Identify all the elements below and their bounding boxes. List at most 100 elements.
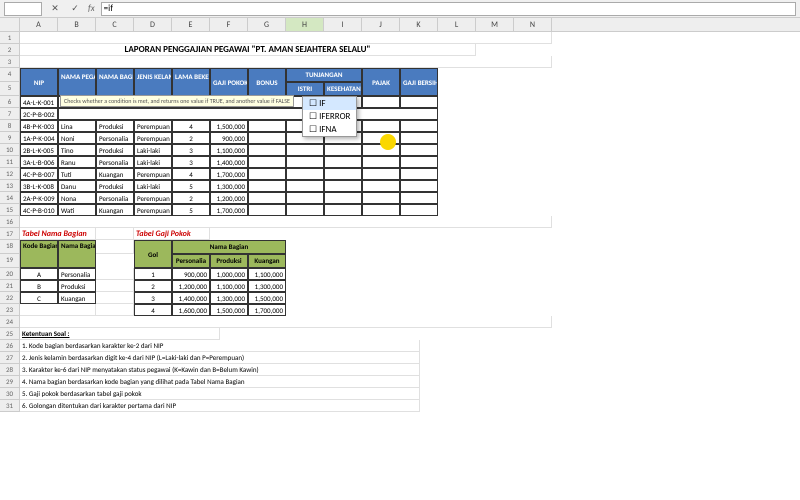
bag-nama[interactable]: Personalia <box>58 268 96 280</box>
cell-nama[interactable]: Wati <box>58 204 96 216</box>
col-header[interactable]: N <box>514 18 552 31</box>
cell-bonus[interactable] <box>248 192 286 204</box>
cell-nama[interactable]: Noni <box>58 132 96 144</box>
suggest-item[interactable]: ☐ IF <box>303 97 356 110</box>
cell-nip[interactable]: 3B-L-K-008 <box>20 180 58 192</box>
cell-nama[interactable]: Ranu <box>58 156 96 168</box>
gaji-val[interactable]: 1,000,000 <box>210 268 248 280</box>
cell-gaji[interactable]: 1,200,000 <box>210 192 248 204</box>
col-header[interactable]: F <box>210 18 248 31</box>
cell-nama[interactable]: Danu <box>58 180 96 192</box>
cell-jk[interactable]: Perempuan <box>134 168 172 180</box>
cell-kes[interactable] <box>324 204 362 216</box>
gaji-gol[interactable]: 2 <box>134 280 172 292</box>
cell-bersih[interactable] <box>400 168 438 180</box>
col-header[interactable]: A <box>20 18 58 31</box>
cell-bersih[interactable] <box>400 180 438 192</box>
gaji-val[interactable]: 1,100,000 <box>210 280 248 292</box>
cell-istri[interactable] <box>286 192 324 204</box>
bag-nama[interactable]: Produksi <box>58 280 96 292</box>
gaji-gol[interactable]: 1 <box>134 268 172 280</box>
cell-pajak[interactable] <box>362 120 400 132</box>
accept-icon[interactable]: ✓ <box>68 2 82 16</box>
cell-bersih[interactable] <box>400 192 438 204</box>
cell-gaji[interactable]: 1,100,000 <box>210 144 248 156</box>
gaji-val[interactable]: 900,000 <box>172 268 210 280</box>
cell-bonus[interactable] <box>248 120 286 132</box>
cell-bag[interactable]: Personalia <box>96 132 134 144</box>
cell-gaji[interactable]: 1,400,000 <box>210 156 248 168</box>
cell-kes[interactable] <box>324 156 362 168</box>
cell-bag[interactable]: Kuangan <box>96 168 134 180</box>
cell-kes[interactable] <box>324 168 362 180</box>
cell-lama[interactable]: 3 <box>172 144 210 156</box>
col-header[interactable]: K <box>400 18 438 31</box>
bag-kode[interactable]: C <box>20 292 58 304</box>
col-header[interactable]: G <box>248 18 286 31</box>
cell-kes[interactable] <box>324 192 362 204</box>
cell-gaji[interactable]: 1,500,000 <box>210 120 248 132</box>
cell-kes[interactable] <box>324 180 362 192</box>
cell-nip[interactable]: 1A-P-K-004 <box>20 132 58 144</box>
gaji-val[interactable]: 1,100,000 <box>248 268 286 280</box>
cell-bag[interactable]: Produksi <box>96 180 134 192</box>
select-all[interactable] <box>0 18 20 31</box>
col-header-active[interactable]: H <box>286 18 324 31</box>
cell-bersih[interactable] <box>400 120 438 132</box>
cell-gaji[interactable]: 1,300,000 <box>210 180 248 192</box>
cell-bersih[interactable] <box>400 144 438 156</box>
cell-nip[interactable]: 4B-P-K-003 <box>20 120 58 132</box>
cell-bag[interactable]: Kuangan <box>96 204 134 216</box>
cell-jk[interactable]: Laki-laki <box>134 144 172 156</box>
cell-istri[interactable] <box>286 168 324 180</box>
cell-istri[interactable] <box>286 156 324 168</box>
cell-gaji[interactable]: 1,700,000 <box>210 168 248 180</box>
cell-pajak[interactable] <box>362 156 400 168</box>
cell-tooltip-row[interactable] <box>58 108 438 120</box>
cell-bag[interactable]: Personalia <box>96 156 134 168</box>
cell-lama[interactable]: 4 <box>172 168 210 180</box>
cell-bonus[interactable] <box>248 144 286 156</box>
cell-istri[interactable] <box>286 204 324 216</box>
cell-nip[interactable]: 2A-P-K-009 <box>20 192 58 204</box>
cell-nip[interactable]: 4C-P-B-007 <box>20 168 58 180</box>
cell-nip[interactable]: 2B-L-K-005 <box>20 144 58 156</box>
cell-gaji[interactable]: 900,000 <box>210 132 248 144</box>
cell-bersih[interactable] <box>400 96 438 108</box>
col-header[interactable]: L <box>438 18 476 31</box>
gaji-gol[interactable]: 4 <box>134 304 172 316</box>
cell-bersih[interactable] <box>400 156 438 168</box>
col-header[interactable]: I <box>324 18 362 31</box>
cell-pajak[interactable] <box>362 180 400 192</box>
name-box[interactable] <box>4 2 42 16</box>
gaji-val[interactable]: 1,400,000 <box>172 292 210 304</box>
cell-jk[interactable]: Perempuan <box>134 192 172 204</box>
cell-nip[interactable]: 4C-P-B-010 <box>20 204 58 216</box>
bag-nama[interactable]: Kuangan <box>58 292 96 304</box>
cell-bag[interactable]: Produksi <box>96 144 134 156</box>
cell-jk[interactable]: Laki-laki <box>134 180 172 192</box>
cell-lama[interactable]: 2 <box>172 192 210 204</box>
col-header[interactable]: D <box>134 18 172 31</box>
cell-jk[interactable]: Laki-laki <box>134 156 172 168</box>
cell-jk[interactable]: Perempuan <box>134 132 172 144</box>
cell-bag[interactable]: Personalia <box>96 192 134 204</box>
cell-jk[interactable]: Perempuan <box>134 204 172 216</box>
formula-autocomplete[interactable]: ☐ IF ☐ IFERROR ☐ IFNA <box>302 96 357 137</box>
cell-lama[interactable]: 4 <box>172 120 210 132</box>
gaji-val[interactable]: 1,300,000 <box>248 280 286 292</box>
cell-nama[interactable]: Tino <box>58 144 96 156</box>
cell-bersih[interactable] <box>400 132 438 144</box>
cell-istri[interactable] <box>286 180 324 192</box>
col-header[interactable]: C <box>96 18 134 31</box>
cell-nama[interactable]: Tuti <box>58 168 96 180</box>
gaji-val[interactable]: 1,600,000 <box>172 304 210 316</box>
gaji-val[interactable]: 1,500,000 <box>210 304 248 316</box>
cell-nip[interactable]: 4A-L-K-001 <box>20 96 58 108</box>
cell-nama[interactable]: Lina <box>58 120 96 132</box>
cell-nama[interactable]: Nona <box>58 192 96 204</box>
col-header[interactable]: E <box>172 18 210 31</box>
suggest-item[interactable]: ☐ IFERROR <box>303 110 356 123</box>
cell-jk[interactable]: Perempuan <box>134 120 172 132</box>
spreadsheet-grid[interactable]: ☐ IF ☐ IFERROR ☐ IFNA 1 2LAPORAN PENGGAJ… <box>0 32 800 412</box>
